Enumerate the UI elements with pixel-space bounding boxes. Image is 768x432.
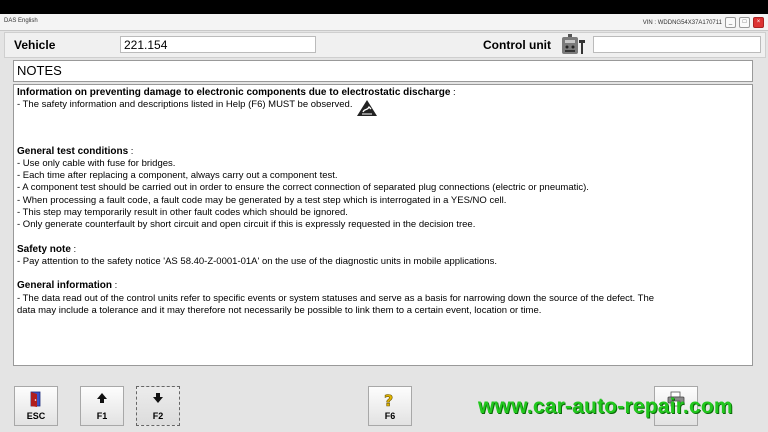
esd-line: - The safety information and description…: [17, 99, 353, 111]
general-line: - Only generate counterfault by short ci…: [17, 219, 476, 231]
safety-line: - Pay attention to the safety notice 'AS…: [17, 255, 497, 267]
general-heading: General test conditions: [17, 145, 129, 157]
help-icon: ?: [369, 391, 411, 409]
esd-heading-suffix: :: [450, 87, 456, 98]
notes-content: Information on preventing damage to elec…: [13, 84, 753, 366]
control-unit-field: [593, 36, 761, 53]
info-heading-suffix: :: [112, 280, 118, 292]
title-bar-right: VIN : WDDNG54X37A170711 _ □ ×: [643, 17, 764, 28]
f2-button[interactable]: F2: [136, 386, 180, 426]
control-unit-icon[interactable]: [559, 34, 589, 56]
esd-heading: Information on preventing damage to elec…: [17, 87, 451, 98]
watermark-text: www.car-auto-repair.com: [478, 395, 733, 418]
general-line: - A component test should be carried out…: [17, 182, 589, 194]
title-bar: DAS English VIN : WDDNG54X37A170711 _ □ …: [0, 14, 768, 31]
arrow-down-icon: [137, 391, 179, 407]
notes-title: NOTES: [13, 60, 753, 82]
maximize-button[interactable]: □: [739, 17, 750, 28]
f6-button[interactable]: ? F6: [368, 386, 412, 426]
vehicle-field: 221.154: [120, 36, 316, 53]
f2-label: F2: [152, 411, 164, 421]
esc-label: ESC: [26, 411, 46, 421]
window-title: DAS English: [4, 18, 38, 24]
f6-label: F6: [384, 411, 396, 421]
general-heading-suffix: :: [128, 145, 134, 157]
general-line: - When processing a fault code, a fault …: [17, 194, 507, 206]
info-line: - The data read out of the control units…: [17, 292, 655, 304]
svg-text:?: ?: [384, 391, 393, 409]
f1-label: F1: [96, 411, 108, 421]
vehicle-header: Vehicle 221.154 Control unit: [4, 32, 766, 58]
safety-heading: Safety note: [17, 243, 71, 255]
vehicle-label: Vehicle: [14, 38, 56, 52]
esc-button[interactable]: ESC: [14, 386, 58, 426]
close-button[interactable]: ×: [753, 17, 764, 28]
vin-label: VIN : WDDNG54X37A170711: [642, 19, 722, 26]
general-line: - This step may temporarily result in ot…: [17, 207, 348, 219]
f1-button[interactable]: F1: [80, 386, 124, 426]
info-heading: General information: [17, 280, 113, 292]
control-unit-label: Control unit: [483, 38, 551, 52]
general-line: - Use only cable with fuse for bridges.: [17, 157, 176, 169]
info-line: data may include a tolerance and it may …: [17, 304, 542, 316]
arrow-up-icon: [81, 391, 123, 407]
minimize-button[interactable]: _: [725, 17, 736, 28]
general-line: - Each time after replacing a component,…: [17, 170, 338, 182]
exit-door-icon: [15, 391, 57, 407]
app-window: DAS English VIN : WDDNG54X37A170711 _ □ …: [0, 14, 768, 432]
esd-warning-icon: [356, 99, 378, 121]
safety-heading-suffix: :: [70, 243, 77, 255]
